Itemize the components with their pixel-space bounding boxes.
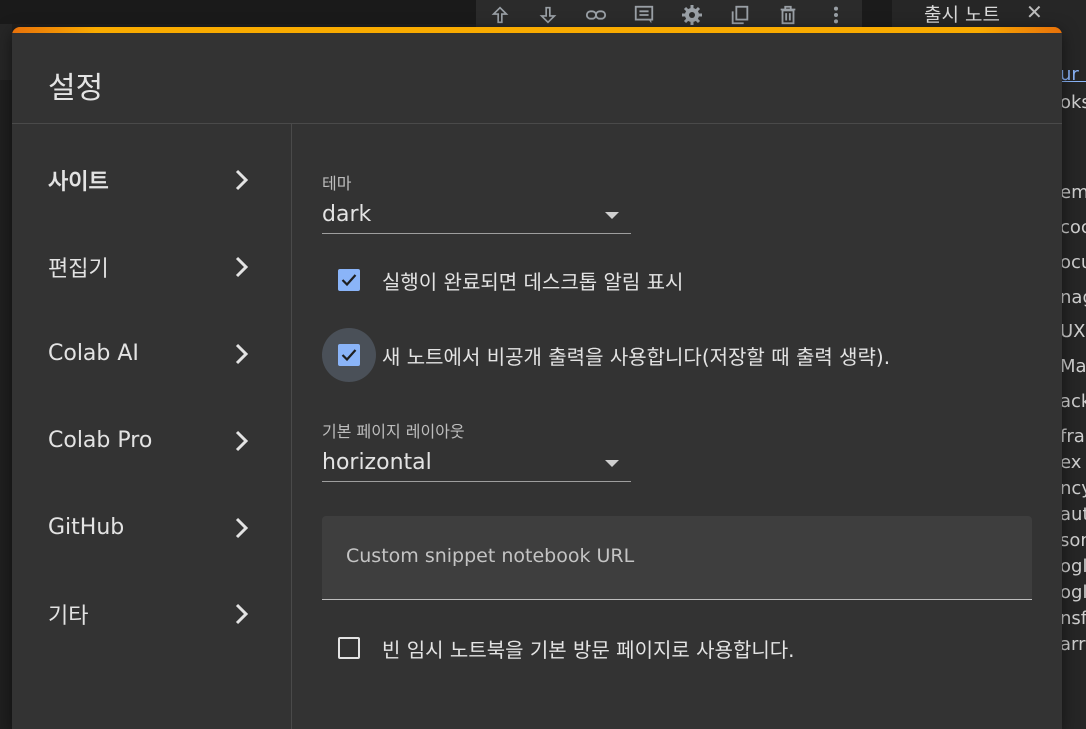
nav-item-misc[interactable]: 기타: [12, 570, 291, 657]
snippet-url-field[interactable]: Custom snippet notebook URL: [322, 516, 1032, 600]
delete-icon[interactable]: [764, 0, 812, 30]
layout-select[interactable]: horizontal: [322, 443, 631, 482]
chevron-right-icon: [235, 603, 249, 624]
blank-notebook-label: 빈 임시 노트북을 기본 방문 페이지로 사용합니다.: [382, 637, 795, 662]
dropdown-arrow-icon: [605, 460, 619, 467]
snippet-url-placeholder: Custom snippet notebook URL: [346, 545, 635, 567]
theme-label: 테마: [322, 174, 352, 193]
cell-toolbar: [476, 0, 862, 30]
private-output-checkbox[interactable]: [322, 328, 376, 382]
panel-text-fragment: ogl: [1060, 582, 1086, 603]
chevron-right-icon: [235, 256, 249, 277]
nav-item-github[interactable]: GitHub: [12, 484, 291, 571]
nav-item-colab-pro[interactable]: Colab Pro: [12, 397, 291, 484]
panel-text-fragment: em: [1060, 182, 1086, 203]
layout-value: horizontal: [322, 450, 432, 475]
panel-text-fragment: auth: [1060, 504, 1086, 525]
panel-text-fragment: son: [1060, 530, 1086, 551]
title-divider: [12, 123, 1062, 124]
blank-notebook-checkbox[interactable]: [322, 621, 376, 675]
link-icon[interactable]: [572, 0, 620, 30]
panel-text-fragment: UX: [1060, 321, 1086, 342]
nav-item-label: 사이트: [48, 169, 109, 195]
background-left-strip: [0, 24, 12, 80]
panel-text-fragment: Ma: [1060, 356, 1086, 377]
arrow-up-icon[interactable]: [476, 0, 524, 30]
close-icon[interactable]: ✕: [1026, 0, 1043, 24]
nav-item-editor[interactable]: 편집기: [12, 223, 291, 310]
panel-text-fragment: ack: [1060, 391, 1086, 412]
release-notes-tab-title[interactable]: 출시 노트: [924, 0, 1000, 27]
dialog-title: 설정: [48, 71, 104, 106]
notify-label: 실행이 완료되면 데스크톱 알림 표시: [382, 269, 684, 294]
settings-dialog: 설정 사이트 편집기 Colab AI Colab Pro GitHub 기타 …: [12, 27, 1062, 729]
gear-icon[interactable]: [668, 0, 716, 30]
panel-text-fragment: nsf: [1060, 608, 1086, 629]
checkbox-checked-icon: [338, 269, 360, 291]
background-header: [0, 0, 476, 24]
nav-item-label: Colab Pro: [48, 428, 153, 453]
mirror-cell-icon[interactable]: [716, 0, 764, 30]
panel-text-fragment: ocu: [1060, 252, 1086, 273]
panel-text-fragment: arro: [1060, 634, 1086, 655]
panel-text-fragment: ncy: [1060, 478, 1086, 499]
comment-icon[interactable]: [620, 0, 668, 30]
nav-item-site[interactable]: 사이트: [12, 136, 291, 223]
blank-notebook-row: 빈 임시 노트북을 기본 방문 페이지로 사용합니다.: [322, 621, 795, 675]
panel-text-fragment: nag: [1060, 287, 1086, 308]
theme-value: dark: [322, 202, 372, 227]
theme-select[interactable]: dark: [322, 195, 631, 234]
nav-item-label: GitHub: [48, 515, 125, 540]
checkbox-checked-icon: [338, 344, 360, 366]
nav-item-colab-ai[interactable]: Colab AI: [12, 310, 291, 397]
notify-row: 실행이 완료되면 데스크톱 알림 표시: [322, 253, 683, 307]
arrow-down-icon[interactable]: [524, 0, 572, 30]
panel-text-fragment: ex: [1060, 452, 1082, 473]
nav-item-label: Colab AI: [48, 341, 139, 366]
notify-checkbox[interactable]: [322, 253, 376, 307]
nav-divider: [291, 124, 292, 729]
chevron-right-icon: [235, 343, 249, 364]
panel-text-fragment: fra: [1060, 426, 1085, 447]
chevron-right-icon: [235, 169, 249, 190]
more-vert-icon[interactable]: [812, 0, 860, 30]
panel-text-fragment: oks: [1060, 92, 1086, 113]
panel-text-fragment: ogl: [1060, 556, 1086, 577]
dropdown-arrow-icon: [605, 212, 619, 219]
chevron-right-icon: [235, 430, 249, 451]
layout-label: 기본 페이지 레이아웃: [322, 422, 465, 441]
chevron-right-icon: [235, 517, 249, 538]
panel-text-fragment[interactable]: ur b: [1060, 64, 1086, 85]
private-output-row: 새 노트에서 비공개 출력을 사용합니다(저장할 때 출력 생략).: [322, 328, 890, 382]
dialog-accent-bar: [12, 27, 1062, 33]
panel-text-fragment: coc: [1060, 217, 1086, 238]
checkbox-unchecked-icon: [338, 637, 360, 659]
nav-item-label: 기타: [48, 603, 89, 629]
private-output-label: 새 노트에서 비공개 출력을 사용합니다(저장할 때 출력 생략).: [382, 344, 891, 369]
nav-item-label: 편집기: [48, 256, 109, 282]
